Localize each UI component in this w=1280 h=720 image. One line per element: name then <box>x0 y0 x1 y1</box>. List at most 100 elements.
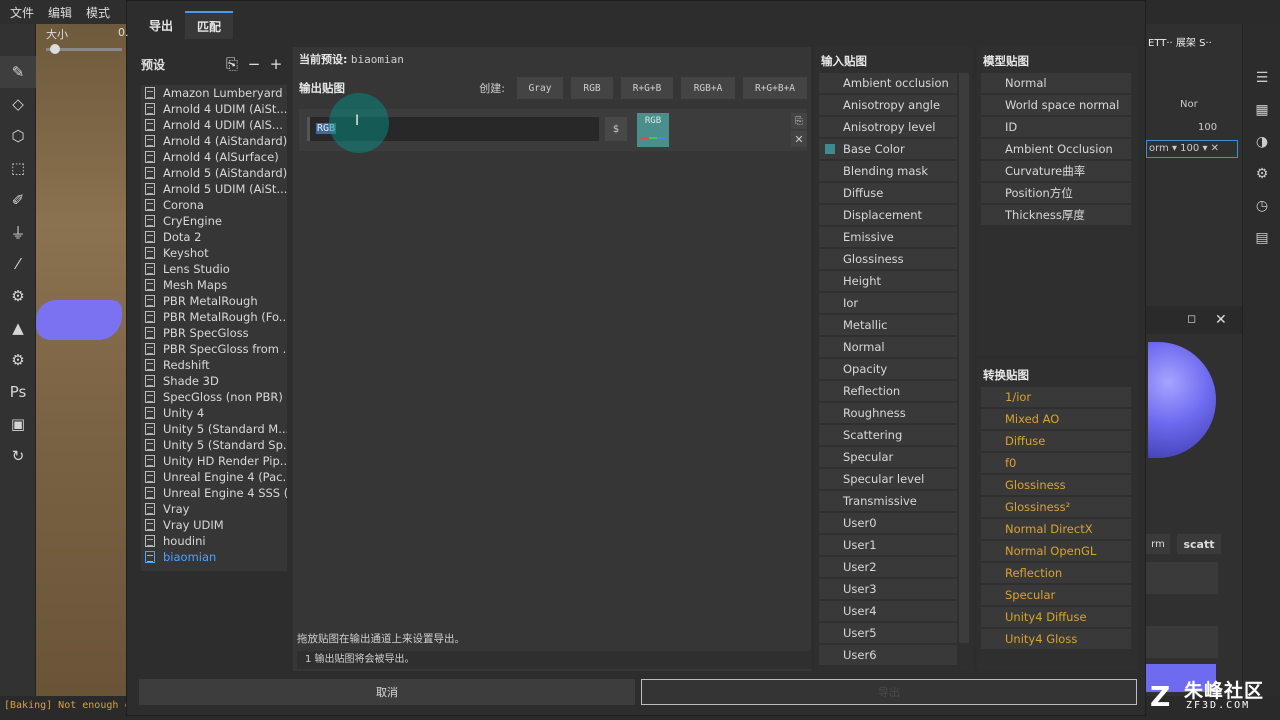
converted-map-item[interactable]: Unity4 Diffuse <box>981 607 1131 627</box>
shader-settings-icon[interactable]: ⚙ <box>1243 158 1280 190</box>
log-icon[interactable]: ▤ <box>1243 222 1280 254</box>
display-settings-icon[interactable]: ◑ <box>1243 126 1280 158</box>
input-map-item[interactable]: Specular <box>819 447 957 467</box>
input-map-item[interactable]: Scattering <box>819 425 957 445</box>
tab-match[interactable]: 匹配 <box>185 11 234 39</box>
input-map-item[interactable]: User2 <box>819 557 957 577</box>
mesh-map-item[interactable]: ID <box>981 117 1131 137</box>
converted-map-item[interactable]: 1/ior <box>981 387 1131 407</box>
converted-map-item[interactable]: Diffuse <box>981 431 1131 451</box>
preset-item[interactable]: Arnold 5 (AiStandard) <box>141 165 287 181</box>
preset-item[interactable]: PBR SpecGloss from ... <box>141 341 287 357</box>
preset-item[interactable]: Redshift <box>141 357 287 373</box>
layers-icon[interactable]: ☰ <box>1243 62 1280 94</box>
opacity-value[interactable]: 100 <box>1198 122 1217 133</box>
converted-map-item[interactable]: Normal DirectX <box>981 519 1131 539</box>
selected-layer-row[interactable]: orm ▾ 100 ▾ ✕ <box>1146 140 1238 158</box>
history-icon[interactable]: ◷ <box>1243 190 1280 222</box>
input-map-item[interactable]: Anisotropy level <box>819 117 957 137</box>
preset-item[interactable]: biaomian <box>141 549 287 565</box>
input-map-item[interactable]: Emissive <box>819 227 957 247</box>
preset-item[interactable]: Arnold 4 (AlSurface) <box>141 149 287 165</box>
menu-file[interactable]: 文件 <box>10 4 34 21</box>
converted-map-item[interactable]: Mixed AO <box>981 409 1131 429</box>
preset-item[interactable]: Corona <box>141 197 287 213</box>
variable-button[interactable]: $ <box>605 117 627 141</box>
param-field[interactable] <box>1146 562 1218 594</box>
input-maps-scrollbar[interactable] <box>959 73 969 643</box>
photoshop-icon[interactable]: Ps <box>0 376 36 408</box>
close-icon[interactable]: ✕ <box>1215 312 1227 328</box>
polygon-fill-icon[interactable]: ⬚ <box>0 152 36 184</box>
preset-item[interactable]: Shade 3D <box>141 373 287 389</box>
input-map-item[interactable]: User5 <box>819 623 957 643</box>
smudge-icon[interactable]: ✐ <box>0 184 36 216</box>
mesh-map-item[interactable]: Curvature曲率 <box>981 161 1131 181</box>
mesh-map-item[interactable]: Ambient Occlusion <box>981 139 1131 159</box>
input-map-item[interactable]: Ior <box>819 293 957 313</box>
preset-item[interactable]: Keyshot <box>141 245 287 261</box>
preset-item[interactable]: Arnold 5 UDIM (AiSt... <box>141 181 287 197</box>
projection-icon[interactable]: ⬡ <box>0 120 36 152</box>
menu-mode[interactable]: 模式 <box>86 4 110 21</box>
tab-export[interactable]: 导出 <box>137 11 185 39</box>
create-r-g-b-button[interactable]: R+G+B <box>621 77 673 99</box>
converted-map-item[interactable]: Normal OpenGL <box>981 541 1131 561</box>
input-map-item[interactable]: Metallic <box>819 315 957 335</box>
input-map-item[interactable]: Base Color <box>819 139 957 159</box>
input-map-item[interactable]: User4 <box>819 601 957 621</box>
input-map-item[interactable]: Height <box>819 271 957 291</box>
input-map-item[interactable]: Displacement <box>819 205 957 225</box>
converted-map-item[interactable]: Reflection <box>981 563 1131 583</box>
preset-item[interactable]: Unreal Engine 4 SSS (... <box>141 485 287 501</box>
preset-item[interactable]: Unity HD Render Pip... <box>141 453 287 469</box>
preset-item[interactable]: Amazon Lumberyard <box>141 85 287 101</box>
paint-brush-icon[interactable]: ✎ <box>0 56 36 88</box>
settings-icon[interactable]: ⚙ <box>0 344 36 376</box>
input-map-item[interactable]: User1 <box>819 535 957 555</box>
rgb-channel-slot[interactable]: RGB <box>637 113 669 147</box>
input-map-item[interactable]: Roughness <box>819 403 957 423</box>
mesh-map-item[interactable]: Thickness厚度 <box>981 205 1131 225</box>
cancel-button[interactable]: 取消 <box>139 679 635 705</box>
param-rm-button[interactable]: rm <box>1146 534 1170 554</box>
preset-item[interactable]: Arnold 4 (AiStandard) <box>141 133 287 149</box>
preset-item[interactable]: Unity 5 (Standard Sp... <box>141 437 287 453</box>
sync-icon[interactable]: ↻ <box>0 440 36 472</box>
export-doc-icon[interactable]: ▣ <box>0 408 36 440</box>
add-preset-icon[interactable]: + <box>265 55 287 73</box>
map-checkbox[interactable] <box>825 144 835 154</box>
input-map-item[interactable]: User3 <box>819 579 957 599</box>
maximize-icon[interactable]: ◻ <box>1187 312 1196 325</box>
input-map-item[interactable]: Glossiness <box>819 249 957 269</box>
eraser-icon[interactable]: ◇ <box>0 88 36 120</box>
input-map-item[interactable]: Diffuse <box>819 183 957 203</box>
preset-item[interactable]: Unity 4 <box>141 405 287 421</box>
create-rgb-a-button[interactable]: RGB+A <box>681 77 735 99</box>
brush-size-slider[interactable] <box>46 44 122 54</box>
create-rgb-button[interactable]: RGB <box>571 77 613 99</box>
input-map-item[interactable]: Normal <box>819 337 957 357</box>
export-button[interactable]: 导出 <box>641 679 1137 705</box>
bake-icon[interactable]: ⚙ <box>0 280 36 312</box>
param-scatt-button[interactable]: scatt <box>1177 534 1221 554</box>
input-map-item[interactable]: Reflection <box>819 381 957 401</box>
converted-map-item[interactable]: Specular <box>981 585 1131 605</box>
duplicate-channel-icon[interactable]: ⎘ <box>791 113 807 129</box>
mesh-map-item[interactable]: Position方位 <box>981 183 1131 203</box>
duplicate-preset-icon[interactable]: ⎘ <box>221 55 243 73</box>
texture-set-icon[interactable]: ▦ <box>1243 94 1280 126</box>
preset-item[interactable]: Unreal Engine 4 (Pac... <box>141 469 287 485</box>
preset-item[interactable]: Mesh Maps <box>141 277 287 293</box>
preset-item[interactable]: houdini <box>141 533 287 549</box>
mesh-map-item[interactable]: World space normal <box>981 95 1131 115</box>
input-map-item[interactable]: Transmissive <box>819 491 957 511</box>
notification-icon[interactable]: ▲ <box>0 312 36 344</box>
mesh-map-item[interactable]: Normal <box>981 73 1131 93</box>
remove-preset-icon[interactable]: − <box>243 55 265 73</box>
converted-map-item[interactable]: Unity4 Gloss <box>981 629 1131 649</box>
preset-item[interactable]: PBR MetalRough (Fo... <box>141 309 287 325</box>
menu-edit[interactable]: 编辑 <box>48 4 72 21</box>
preset-item[interactable]: Arnold 4 UDIM (AlS... <box>141 117 287 133</box>
converted-map-item[interactable]: Glossiness² <box>981 497 1131 517</box>
